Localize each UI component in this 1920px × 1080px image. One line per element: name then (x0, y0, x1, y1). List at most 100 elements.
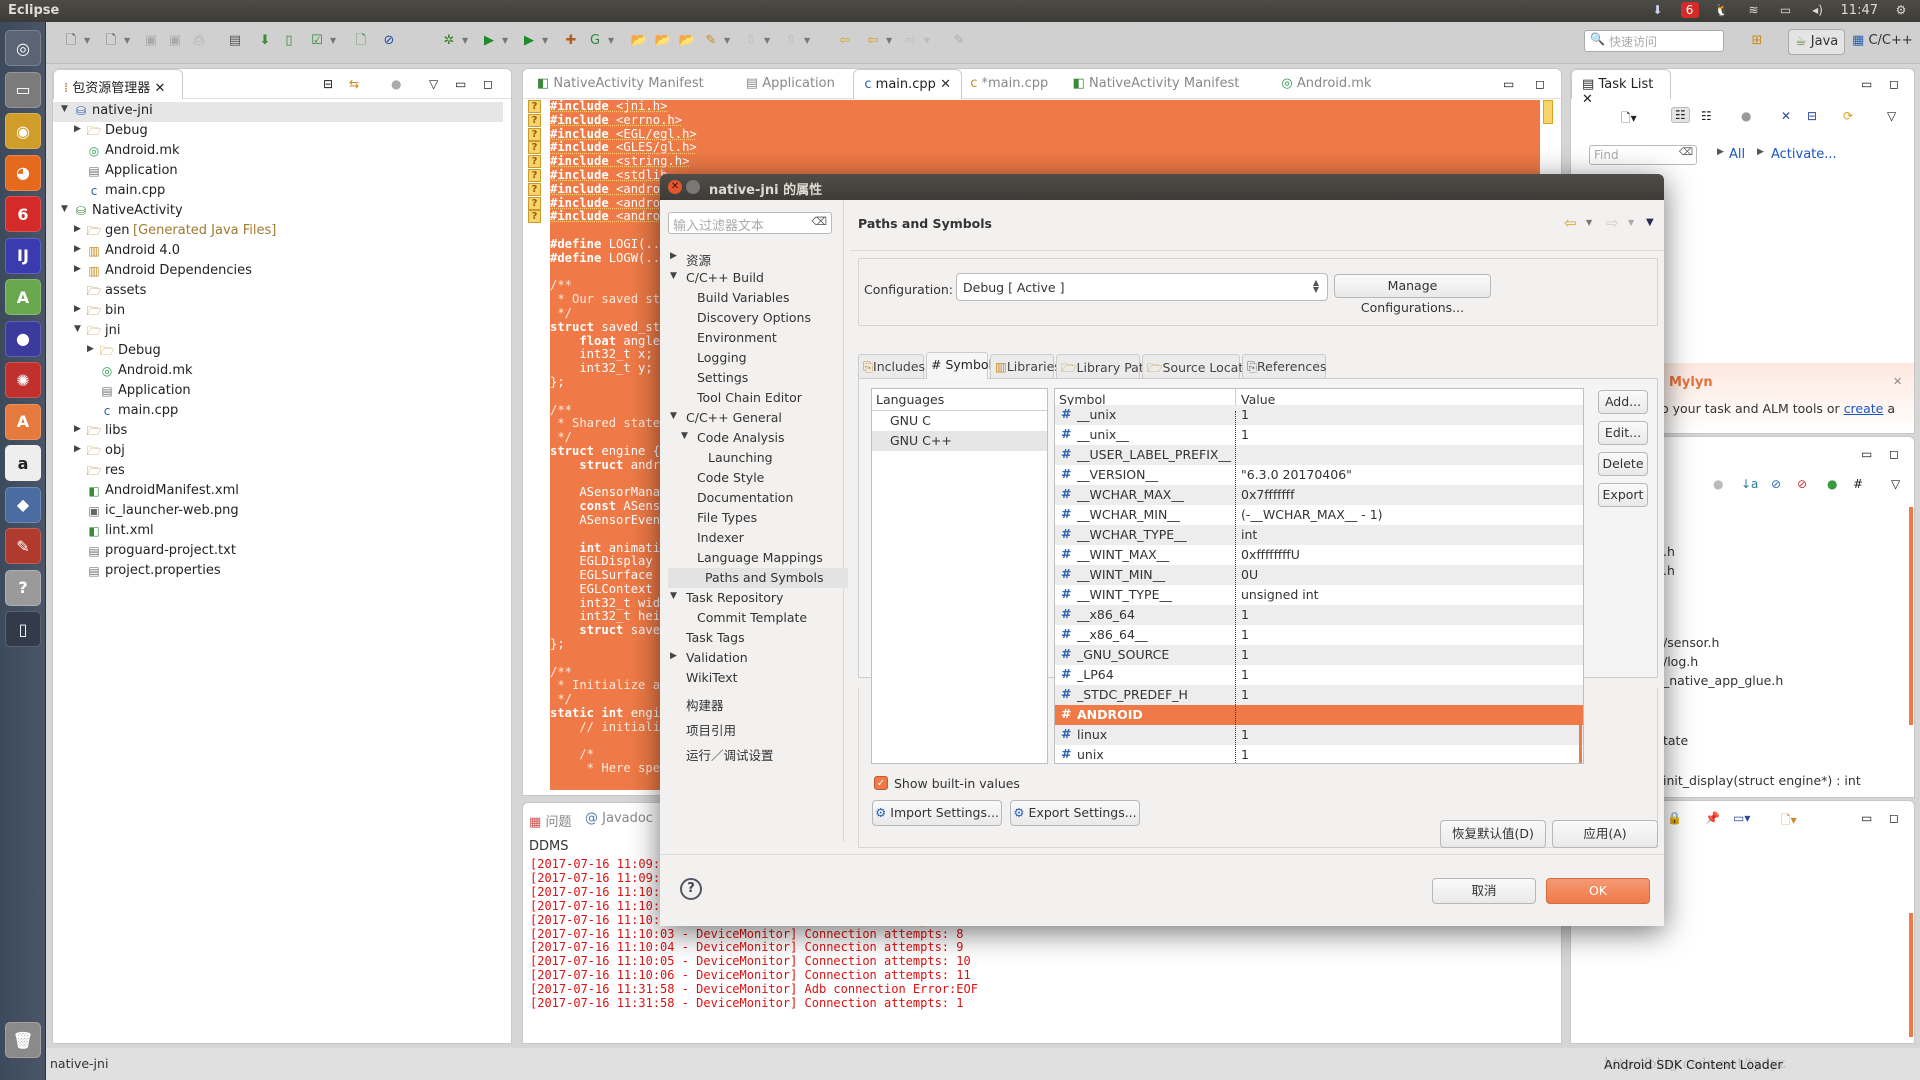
scrollbar[interactable] (1909, 507, 1913, 725)
nav-item[interactable]: ▼ Task Repository (660, 588, 840, 608)
minimize-icon[interactable]: ▭ (455, 77, 466, 91)
expanded-icon[interactable]: ▼ (670, 271, 677, 281)
ok-button[interactable]: OK (1546, 878, 1650, 904)
warning-icon[interactable]: ? (528, 168, 541, 182)
tab-task-list[interactable]: ▤ Task List ✕ (1571, 69, 1671, 107)
languages-list[interactable]: Languages GNU C GNU C++ (871, 388, 1048, 764)
export-button[interactable]: Export (1598, 483, 1648, 507)
files-icon[interactable]: ▭ (5, 71, 41, 108)
expanded-icon[interactable]: ▼ (670, 411, 677, 421)
categorized-icon[interactable]: ☷ (1671, 107, 1690, 123)
scrollbar[interactable] (1909, 913, 1913, 1037)
warning-icon[interactable]: ? (528, 155, 541, 169)
restore-defaults-button[interactable]: 恢复默认值(D) (1440, 820, 1546, 848)
nav-item[interactable]: Paths and Symbols (668, 568, 848, 588)
amazon-icon[interactable]: a (5, 445, 41, 481)
forward-icon[interactable]: ⇨ (902, 32, 920, 50)
focus-icon[interactable]: ● (1741, 109, 1751, 123)
dialog-title-bar[interactable]: ✕ native-jni 的属性 (660, 174, 1664, 200)
last-edit-icon[interactable]: ⇦ (836, 32, 854, 50)
run-icon[interactable]: ▶ (480, 32, 498, 50)
tree-item[interactable]: 🗁 res (53, 462, 503, 482)
collapsed-icon[interactable]: ▶ (74, 244, 81, 254)
expanded-icon[interactable]: ▼ (61, 104, 68, 114)
software-center-icon[interactable]: A (5, 403, 41, 440)
pin-editor-icon[interactable]: ✎ (950, 32, 968, 50)
import-settings-button[interactable]: ⚙ Import Settings... (872, 800, 1002, 826)
symbol-row[interactable]: # linux 1 (1055, 725, 1583, 745)
virtualbox-icon[interactable]: ◆ (5, 486, 41, 523)
new-cpp-class-icon[interactable]: ✚ (562, 32, 580, 50)
warning-icon[interactable]: ? (528, 113, 541, 127)
minimize-icon[interactable]: ▭ (1861, 811, 1872, 825)
nav-item[interactable]: 构建器 (660, 693, 840, 713)
nav-item[interactable]: ▼ C/C++ General (660, 408, 840, 428)
back-dropdown-icon[interactable]: ▼ (1586, 218, 1592, 227)
new-task-icon[interactable]: 🗋▾ (1621, 109, 1637, 130)
netease-music-icon[interactable]: 6 (5, 196, 41, 232)
tab-editor[interactable]: ◧ NativeActivity Manifest (527, 69, 714, 99)
android-avd-icon[interactable]: ▯ (280, 32, 298, 50)
tree-item[interactable]: ▶ 🗁 Debug (53, 122, 503, 142)
hide-static-icon[interactable]: ⊘ (1797, 477, 1807, 491)
symbol-row[interactable]: # __WCHAR_MAX__ 0x7fffffff (1055, 485, 1583, 505)
collapsed-icon[interactable]: ▶ (74, 444, 81, 454)
system-settings-icon[interactable]: ✎ (5, 528, 41, 564)
tree-item[interactable]: ◧ AndroidManifest.xml (53, 482, 503, 502)
nav-item[interactable]: ▶ Validation (660, 648, 840, 668)
nav-item[interactable]: Commit Template (660, 608, 840, 628)
qq-icon[interactable]: 🐧 (1713, 2, 1731, 18)
help-icon[interactable]: ? (5, 569, 41, 606)
new-android-project-icon[interactable]: 🗋 (352, 32, 370, 50)
tree-item[interactable]: ▶ ▥ Android Dependencies (53, 262, 503, 282)
tab-package-explorer[interactable]: ⁞ 包资源管理器 ✕ (53, 69, 183, 99)
nav-item[interactable]: 运行／调试设置 (660, 743, 840, 763)
tab-problems[interactable]: ▦ 问题 (529, 811, 571, 830)
symbol-row[interactable]: # __VERSION__ "6.3.0 20170406" (1055, 465, 1583, 485)
netease-music-icon[interactable]: 6 (1680, 2, 1699, 18)
view-menu-icon[interactable]: ▽ (1891, 477, 1900, 491)
maximize-icon[interactable]: ◻ (1535, 77, 1545, 91)
show-builtin-checkbox[interactable]: ✓ (874, 776, 888, 790)
nav-item[interactable]: Task Tags (660, 628, 840, 648)
task-find-input[interactable]: Find ⌫ (1589, 145, 1697, 165)
nav-item[interactable]: Settings (660, 368, 840, 388)
overview-ruler-marker[interactable] (1543, 100, 1553, 124)
view-menu-icon[interactable]: ▽ (429, 77, 438, 91)
open-type-icon[interactable]: 📂 (630, 32, 648, 50)
clear-icon[interactable]: ⌫ (811, 215, 827, 228)
tab-symbols[interactable]: # Symbols (926, 352, 999, 379)
outline-item[interactable]: .h (1663, 563, 1675, 578)
tab-librarypaths[interactable]: 🗁Library Paths (1056, 354, 1158, 378)
wifi-icon[interactable]: ≋ (1745, 2, 1763, 18)
build-icon[interactable]: ▤ (226, 32, 244, 50)
nav-item[interactable]: Tool Chain Editor (660, 388, 840, 408)
device-icon[interactable]: ▯ (5, 611, 41, 647)
tree-item[interactable]: ▶ 🗁 libs (53, 422, 503, 442)
next-annotation-icon[interactable]: ⇩ (742, 32, 760, 50)
delete-button[interactable]: Delete (1598, 452, 1648, 476)
outline-item[interactable]: /sensor.h (1663, 635, 1719, 650)
hide-fields-icon[interactable]: ⊘ (1771, 477, 1781, 491)
symbol-row[interactable]: # __unix__ 1 (1055, 425, 1583, 445)
tree-item[interactable]: 🗁 assets (53, 282, 503, 302)
clock[interactable]: 11:47 (1841, 3, 1878, 18)
save-all-icon[interactable]: ▣ (166, 32, 184, 50)
warning-icon[interactable]: ? (528, 182, 541, 196)
edit-button[interactable]: Edit... (1598, 421, 1648, 445)
network-app-icon[interactable]: ✺ (5, 362, 41, 398)
tab-editor[interactable]: ◧ NativeActivity Manifest (1063, 69, 1250, 99)
tab-includes[interactable]: ⎘Includes (858, 354, 925, 378)
symbol-row[interactable]: # __x86_64 1 (1055, 605, 1583, 625)
expanded-icon[interactable]: ▼ (670, 591, 677, 601)
nav-item[interactable]: WikiText (660, 668, 840, 688)
minimize-icon[interactable] (686, 180, 700, 194)
maximize-icon[interactable]: ◻ (1889, 77, 1899, 91)
prev-annotation-icon[interactable]: ⇧ (782, 32, 800, 50)
sync-icon[interactable]: ⟳ (1843, 109, 1853, 123)
symbol-row[interactable]: # ANDROID (1055, 705, 1583, 725)
tree-item[interactable]: ▶ 🗁 Debug (53, 342, 503, 362)
close-icon[interactable]: ✕ (154, 81, 165, 96)
symbol-row[interactable]: # __WCHAR_TYPE__ int (1055, 525, 1583, 545)
tab-references[interactable]: ⎘References (1242, 354, 1326, 378)
